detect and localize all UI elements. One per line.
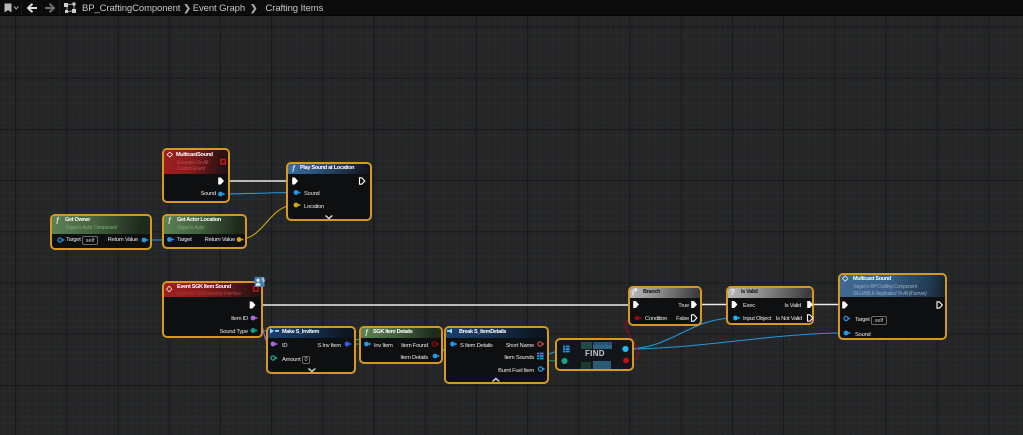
svg-text:?: ? xyxy=(730,288,735,297)
svg-text:ƒ: ƒ xyxy=(365,328,369,337)
svg-text:ƒ: ƒ xyxy=(292,164,296,173)
svg-text:ƒ: ƒ xyxy=(56,216,60,225)
svg-text:ƒ: ƒ xyxy=(168,216,172,225)
